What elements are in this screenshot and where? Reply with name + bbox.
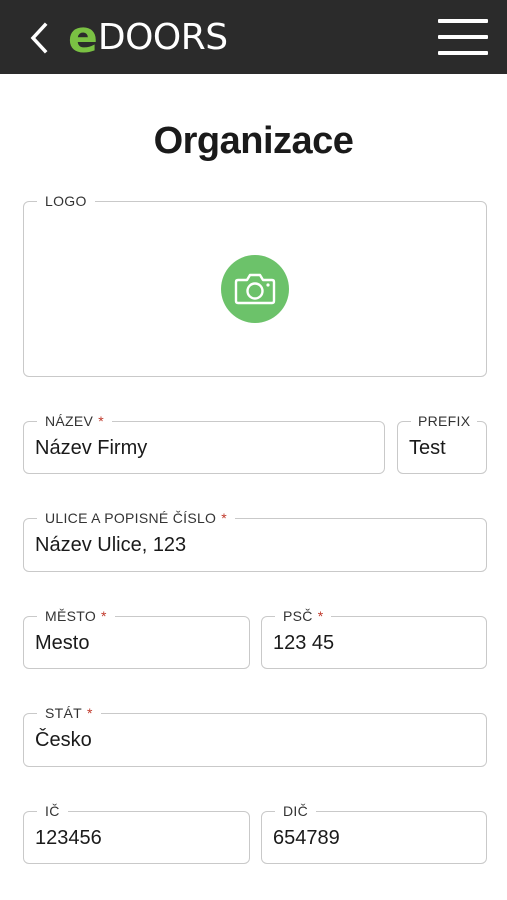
ic-label: IČ [37, 803, 68, 819]
hamburger-menu-icon [438, 19, 488, 23]
street-label: ULICE A POPISNÉ ČÍSLO * [37, 510, 236, 526]
required-mark: * [317, 608, 324, 624]
upload-logo-button[interactable] [221, 255, 289, 323]
required-mark: * [98, 413, 104, 429]
zip-field[interactable]: PSČ * 123 45 [261, 608, 487, 669]
company-name-input[interactable]: Název Firmy [35, 436, 375, 460]
zip-input[interactable]: 123 45 [273, 631, 477, 655]
required-mark: * [221, 510, 228, 526]
zip-label: PSČ * [275, 608, 332, 624]
chevron-left-icon [30, 22, 48, 54]
dic-input[interactable]: 654789 [273, 826, 477, 850]
ic-input[interactable]: 123456 [35, 826, 240, 850]
logo-label: LOGO [37, 193, 95, 209]
country-input[interactable]: Česko [35, 728, 477, 752]
required-mark: * [101, 608, 107, 624]
prefix-label: PREFIX [411, 413, 478, 429]
ic-field[interactable]: IČ 123456 [23, 803, 250, 864]
required-mark: * [86, 705, 93, 721]
country-field[interactable]: STÁT * Česko [23, 705, 487, 767]
city-label: MĚSTO * [37, 608, 115, 624]
prefix-field[interactable]: PREFIX Test [397, 413, 487, 474]
camera-icon [234, 273, 276, 305]
logo-text: DOORS [97, 17, 228, 58]
company-name-field[interactable]: NÁZEV * Název Firmy [23, 413, 385, 474]
dic-field[interactable]: DIČ 654789 [261, 803, 487, 864]
top-bar: e DOORS [0, 0, 507, 74]
country-label: STÁT * [37, 705, 101, 721]
hamburger-menu-button[interactable] [438, 17, 488, 57]
back-button[interactable] [22, 18, 56, 58]
page-title: Organizace [153, 120, 354, 162]
city-field[interactable]: MĚSTO * Mesto [23, 608, 250, 669]
app-logo: e DOORS [68, 14, 228, 60]
street-input[interactable]: Název Ulice, 123 [35, 533, 477, 557]
company-name-label: NÁZEV * [37, 413, 112, 429]
street-field[interactable]: ULICE A POPISNÉ ČÍSLO * Název Ulice, 123 [23, 510, 487, 572]
dic-label: DIČ [275, 803, 317, 819]
city-input[interactable]: Mesto [35, 631, 240, 655]
prefix-input[interactable]: Test [409, 436, 477, 460]
logo-e: e [68, 12, 98, 63]
